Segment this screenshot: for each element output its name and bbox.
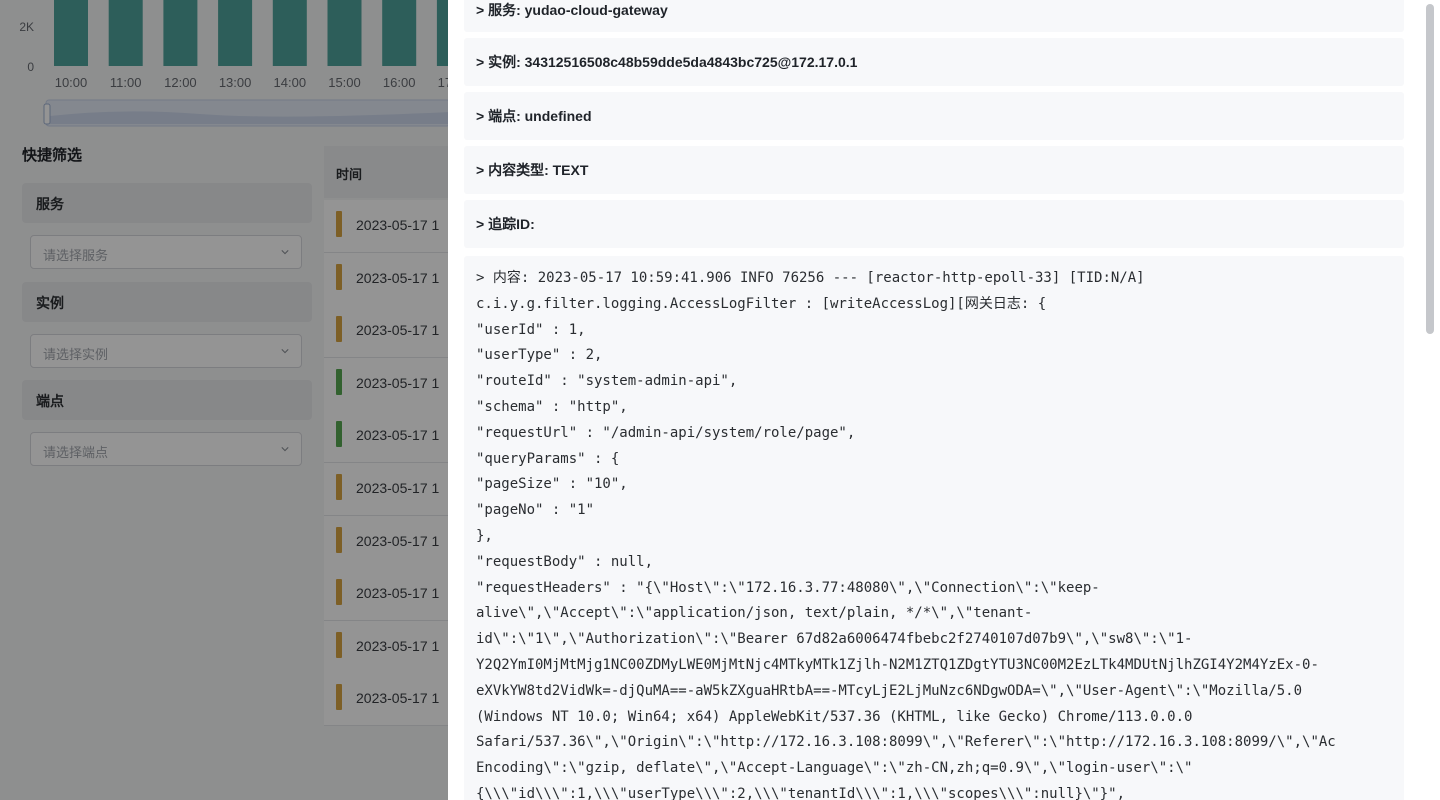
content-line: eXVkYW8td2VidWk=-djQuMA==-aW5kZXguaHRtbA…	[476, 682, 1303, 699]
content-line: },	[476, 527, 493, 544]
content-line: Safari/537.36\",\"Origin\":\"http://172.…	[476, 734, 1336, 751]
content-line: (Windows NT 10.0; Win64; x64) AppleWebKi…	[476, 708, 1193, 725]
content-line: id\":\"1\",\"Authorization\":\"Bearer 67…	[476, 631, 1193, 648]
field-key: > 追踪ID:	[476, 216, 535, 232]
field-endpoint: > 端点: undefined	[464, 92, 1404, 140]
content-line: "pageSize" : "10",	[476, 476, 628, 493]
field-value: undefined	[524, 108, 592, 124]
field-key: > 内容类型:	[476, 162, 553, 178]
content-line: "queryParams" : {	[476, 450, 620, 467]
field-instance: > 实例: 34312516508c48b59dde5da4843bc725@1…	[464, 38, 1404, 86]
field-value: 34312516508c48b59dde5da4843bc725@172.17.…	[524, 54, 858, 70]
field-service: > 服务: yudao-cloud-gateway	[464, 0, 1404, 32]
field-value: TEXT	[552, 162, 589, 178]
content-line: {\\\"id\\\":1,\\\"userType\\\":2,\\\"ten…	[476, 785, 1126, 800]
field-key: > 实例:	[476, 54, 525, 70]
log-detail-drawer: > 服务: yudao-cloud-gateway > 实例: 34312516…	[448, 0, 1440, 800]
log-content-text: > 内容: 2023-05-17 10:59:41.906 INFO 76256…	[476, 266, 1336, 800]
content-line: "userType" : 2,	[476, 347, 603, 364]
field-value: yudao-cloud-gateway	[524, 2, 668, 18]
content-line: > 内容: 2023-05-17 10:59:41.906 INFO 76256…	[476, 270, 1145, 286]
field-key: > 端点:	[476, 108, 525, 124]
field-content: > 内容: 2023-05-17 10:59:41.906 INFO 76256…	[464, 256, 1404, 800]
content-line: "schema" : "http",	[476, 398, 628, 415]
content-line: Encoding\":\"gzip, deflate\",\"Accept-La…	[476, 760, 1193, 777]
content-line: "routeId" : "system-admin-api",	[476, 373, 738, 390]
content-line: "pageNo" : "1"	[476, 502, 595, 519]
content-line: "requestBody" : null,	[476, 553, 654, 570]
content-line: "requestUrl" : "/admin-api/system/role/p…	[476, 424, 856, 441]
field-content-type: > 内容类型: TEXT	[464, 146, 1404, 194]
content-line: "requestHeaders" : "{\"Host\":\"172.16.3…	[476, 579, 1100, 596]
content-line: c.i.y.g.filter.logging.AccessLogFilter :…	[476, 295, 1047, 312]
drawer-scrollbar-thumb[interactable]	[1426, 4, 1434, 334]
field-key: > 服务:	[476, 2, 525, 18]
content-line: alive\",\"Accept\":\"application/json, t…	[476, 605, 1033, 622]
content-line: "userId" : 1,	[476, 321, 586, 338]
content-line: Y2Q2YmI0MjMtMjg1NC00ZDMyLWE0MjMtNjc4MTky…	[476, 656, 1319, 673]
field-trace-id: > 追踪ID:	[464, 200, 1404, 248]
